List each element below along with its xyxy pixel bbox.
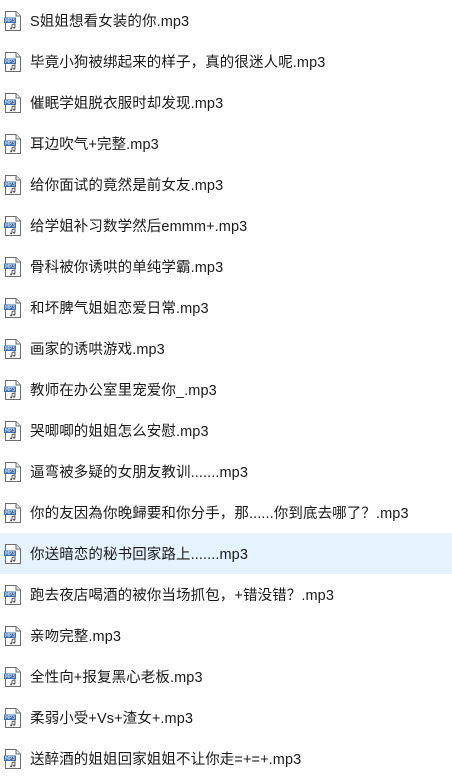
file-row[interactable]: MP3 和坏脾气姐姐恋爱日常.mp3	[0, 287, 452, 328]
file-name: 和坏脾气姐姐恋爱日常.mp3	[30, 301, 209, 317]
svg-text:MP3: MP3	[5, 100, 15, 106]
mp3-file-icon: MP3	[4, 215, 21, 236]
file-row[interactable]: MP3 给学姐补习数学然后emmm+.mp3	[0, 205, 452, 246]
mp3-file-icon: MP3	[4, 133, 21, 154]
file-name: 骨科被你诱哄的单纯学霸.mp3	[30, 260, 224, 276]
svg-text:MP3: MP3	[5, 428, 15, 434]
svg-text:MP3: MP3	[5, 592, 15, 598]
file-list: MP3 S姐姐想看女装的你.mp3 MP3 毕竟小狗被绑起来的样子，真的很迷人呢.m…	[0, 0, 452, 772]
file-name: 全性向+报复黑心老板.mp3	[30, 670, 203, 686]
file-name: S姐姐想看女装的你.mp3	[30, 14, 190, 30]
svg-text:MP3: MP3	[5, 715, 15, 721]
mp3-file-icon: MP3	[4, 748, 21, 769]
svg-text:MP3: MP3	[5, 182, 15, 188]
file-row[interactable]: MP3 逼弯被多疑的女朋友教训.......mp3	[0, 451, 452, 492]
file-name: 耳边吹气+完整.mp3	[30, 137, 159, 153]
svg-text:MP3: MP3	[5, 141, 15, 147]
mp3-file-icon: MP3	[4, 666, 21, 687]
mp3-file-icon: MP3	[4, 379, 21, 400]
mp3-file-icon: MP3	[4, 256, 21, 277]
file-row[interactable]: MP3 跑去夜店喝酒的被你当场抓包，+错没错？.mp3	[0, 574, 452, 615]
svg-text:MP3: MP3	[5, 469, 15, 475]
file-name: 画家的诱哄游戏.mp3	[30, 342, 165, 358]
svg-text:MP3: MP3	[5, 674, 15, 680]
mp3-file-icon: MP3	[4, 707, 21, 728]
file-row[interactable]: MP3 柔弱小受+Vs+渣女+.mp3	[0, 697, 452, 738]
file-row[interactable]: MP3 全性向+报复黑心老板.mp3	[0, 656, 452, 697]
file-name: 逼弯被多疑的女朋友教训.......mp3	[30, 465, 249, 481]
file-row[interactable]: MP3 哭唧唧的姐姐怎么安慰.mp3	[0, 410, 452, 451]
file-name: 给学姐补习数学然后emmm+.mp3	[30, 219, 248, 235]
file-name: 亲吻完整.mp3	[30, 629, 122, 645]
file-name: 跑去夜店喝酒的被你当场抓包，+错没错？.mp3	[30, 588, 335, 604]
svg-text:MP3: MP3	[5, 305, 15, 311]
mp3-file-icon: MP3	[4, 174, 21, 195]
svg-text:MP3: MP3	[5, 223, 15, 229]
file-row-selected[interactable]: MP3 你送暗恋的秘书回家路上.......mp3	[0, 533, 452, 574]
mp3-file-icon: MP3	[4, 297, 21, 318]
file-row[interactable]: MP3 教师在办公室里宠爱你_.mp3	[0, 369, 452, 410]
svg-text:MP3: MP3	[5, 346, 15, 352]
file-row[interactable]: MP3 给你面试的竟然是前女友.mp3	[0, 164, 452, 205]
file-name: 送醉酒的姐姐回家姐姐不让你走=+=+.mp3	[30, 752, 302, 768]
file-row[interactable]: MP3 S姐姐想看女装的你.mp3	[0, 0, 452, 41]
svg-text:MP3: MP3	[5, 633, 15, 639]
file-name: 毕竟小狗被绑起来的样子，真的很迷人呢.mp3	[30, 55, 326, 71]
file-name: 教师在办公室里宠爱你_.mp3	[30, 383, 217, 399]
file-name: 催眠学姐脱衣服时却发现.mp3	[30, 96, 224, 112]
svg-text:MP3: MP3	[5, 756, 15, 762]
mp3-file-icon: MP3	[4, 92, 21, 113]
mp3-file-icon: MP3	[4, 543, 21, 564]
mp3-file-icon: MP3	[4, 502, 21, 523]
file-row[interactable]: MP3 催眠学姐脱衣服时却发现.mp3	[0, 82, 452, 123]
svg-text:MP3: MP3	[5, 264, 15, 270]
mp3-file-icon: MP3	[4, 10, 21, 31]
file-row[interactable]: MP3 画家的诱哄游戏.mp3	[0, 328, 452, 369]
mp3-file-icon: MP3	[4, 420, 21, 441]
svg-text:MP3: MP3	[5, 551, 15, 557]
file-name: 给你面试的竟然是前女友.mp3	[30, 178, 224, 194]
file-row[interactable]: MP3 送醉酒的姐姐回家姐姐不让你走=+=+.mp3	[0, 738, 452, 779]
mp3-file-icon: MP3	[4, 625, 21, 646]
svg-text:MP3: MP3	[5, 18, 15, 24]
file-row[interactable]: MP3 你的友因為你晚歸要和你分手，那......你到底去哪了？.mp3	[0, 492, 452, 533]
mp3-file-icon: MP3	[4, 461, 21, 482]
svg-text:MP3: MP3	[5, 510, 15, 516]
svg-text:MP3: MP3	[5, 387, 15, 393]
mp3-file-icon: MP3	[4, 51, 21, 72]
file-row[interactable]: MP3 骨科被你诱哄的单纯学霸.mp3	[0, 246, 452, 287]
svg-text:MP3: MP3	[5, 59, 15, 65]
file-row[interactable]: MP3 耳边吹气+完整.mp3	[0, 123, 452, 164]
file-name: 你的友因為你晚歸要和你分手，那......你到底去哪了？.mp3	[30, 506, 409, 522]
file-name: 柔弱小受+Vs+渣女+.mp3	[30, 711, 194, 727]
file-row[interactable]: MP3 毕竟小狗被绑起来的样子，真的很迷人呢.mp3	[0, 41, 452, 82]
mp3-file-icon: MP3	[4, 338, 21, 359]
file-name: 哭唧唧的姐姐怎么安慰.mp3	[30, 424, 209, 440]
file-row[interactable]: MP3 亲吻完整.mp3	[0, 615, 452, 656]
mp3-file-icon: MP3	[4, 584, 21, 605]
file-name: 你送暗恋的秘书回家路上.......mp3	[30, 547, 249, 563]
